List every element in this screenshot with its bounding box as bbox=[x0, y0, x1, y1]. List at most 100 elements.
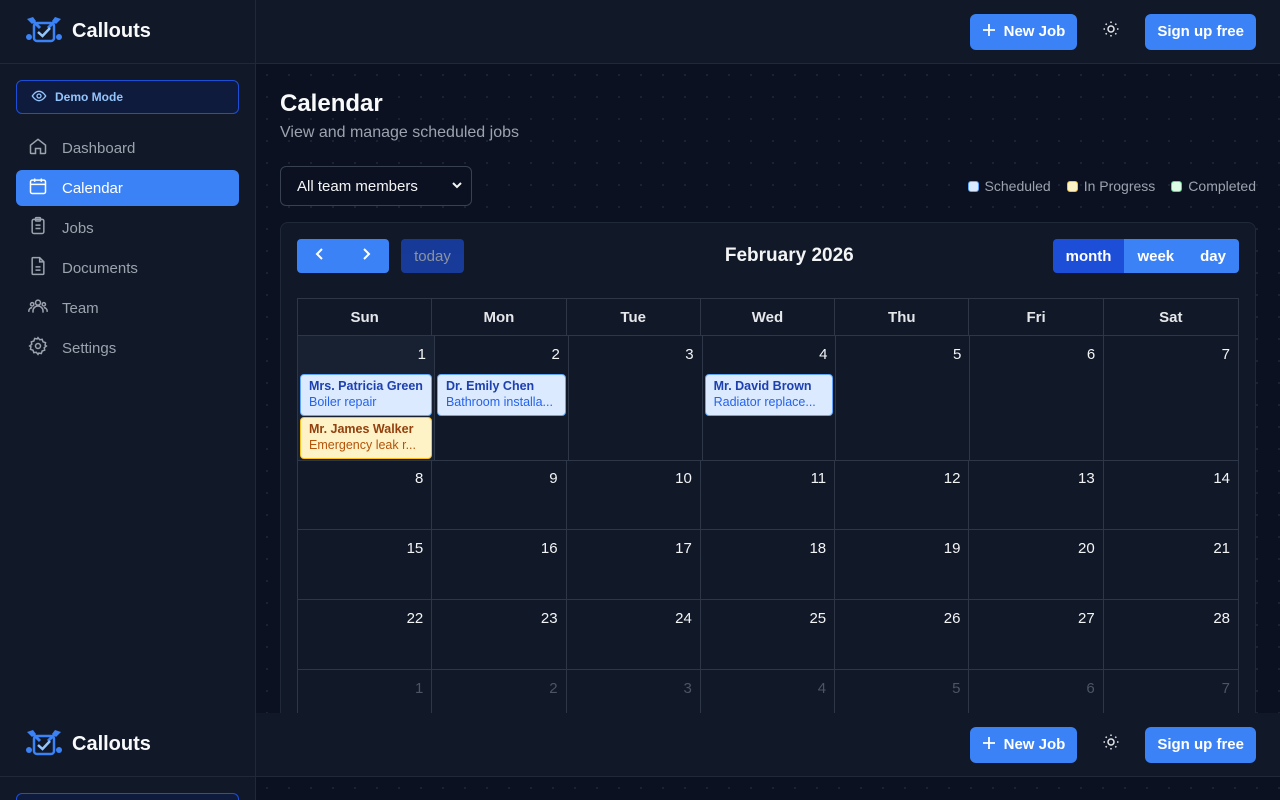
sidebar-item-jobs[interactable]: Jobs bbox=[16, 210, 239, 246]
day-cell[interactable]: 2 Dr. Emily Chen Bathroom installa... bbox=[434, 336, 569, 461]
day-cell[interactable]: 12 bbox=[835, 460, 970, 530]
day-number: 3 bbox=[685, 346, 694, 363]
signup-button[interactable]: Sign up free bbox=[1145, 726, 1256, 763]
day-cell[interactable]: 5 bbox=[836, 336, 971, 461]
view-month-button[interactable]: month bbox=[1052, 239, 1125, 273]
gear-icon bbox=[28, 336, 48, 360]
day-number: 1 bbox=[414, 680, 424, 697]
demo-mode-badge[interactable]: Demo Mode bbox=[16, 80, 239, 114]
month-title: February 2026 bbox=[724, 245, 854, 266]
day-cell[interactable]: 9 bbox=[432, 460, 567, 530]
brand[interactable]: Callouts bbox=[0, 0, 255, 64]
signup-button[interactable]: Sign up free bbox=[1145, 13, 1256, 50]
event-card[interactable]: Mrs. Patricia Green Boiler repair bbox=[300, 374, 432, 416]
team-member-select[interactable]: All team members bbox=[280, 166, 472, 206]
signup-label: Sign up free bbox=[1157, 736, 1244, 753]
brand[interactable]: Callouts bbox=[0, 713, 255, 777]
week-row: 8 9 10 11 12 13 14 bbox=[298, 460, 1238, 530]
day-cell[interactable]: 22 bbox=[298, 600, 433, 670]
event-card[interactable]: Mr. James Walker Emergency leak r... bbox=[300, 417, 432, 459]
view-week-button[interactable]: week bbox=[1124, 239, 1188, 273]
day-cell[interactable]: 13 bbox=[969, 460, 1104, 530]
day-cell[interactable]: 15 bbox=[298, 530, 433, 600]
event-card[interactable]: Mr. David Brown Radiator replace... bbox=[704, 374, 834, 416]
event-subtitle: Emergency leak r... bbox=[309, 438, 416, 452]
sidebar-item-label: Calendar bbox=[62, 179, 123, 197]
day-number: 7 bbox=[1221, 680, 1230, 697]
day-cell[interactable]: 26 bbox=[835, 600, 970, 670]
view-day-button[interactable]: day bbox=[1187, 239, 1239, 273]
sidebar-item-label: Settings bbox=[62, 339, 117, 357]
day-cell[interactable]: 27 bbox=[969, 600, 1104, 670]
clipboard-icon bbox=[28, 216, 48, 240]
home-icon bbox=[28, 136, 48, 160]
theme-toggle-button[interactable] bbox=[1087, 14, 1135, 50]
top-bar: New Job Sign up free bbox=[256, 713, 1280, 777]
day-cell[interactable]: 5 bbox=[835, 670, 970, 713]
day-number: 19 bbox=[943, 540, 961, 557]
weekday-header-row: Sun Mon Tue Wed Thu Fri Sat bbox=[298, 299, 1238, 336]
day-cell[interactable]: 23 bbox=[432, 600, 567, 670]
plus-icon bbox=[982, 736, 996, 754]
event-card[interactable]: Dr. Emily Chen Bathroom installa... bbox=[436, 374, 566, 416]
sidebar-item-team[interactable]: Team bbox=[16, 290, 239, 326]
day-cell[interactable]: 6 bbox=[969, 670, 1104, 713]
new-job-button[interactable]: New Job bbox=[969, 726, 1078, 763]
sidebar-item-calendar[interactable]: Calendar bbox=[16, 170, 239, 206]
sidebar-nav: Dashboard Calendar Jobs Documents Team S… bbox=[0, 130, 255, 366]
day-cell[interactable]: 28 bbox=[1103, 600, 1238, 670]
day-cell[interactable]: 8 bbox=[298, 460, 433, 530]
event-title: Mr. James Walker bbox=[309, 422, 414, 436]
day-cell[interactable]: 14 bbox=[1103, 460, 1238, 530]
chevron-down-icon bbox=[451, 178, 463, 195]
day-cell[interactable]: 10 bbox=[566, 460, 701, 530]
chevron-left-icon bbox=[314, 247, 326, 266]
prev-month-button[interactable] bbox=[297, 239, 343, 273]
day-number: 18 bbox=[809, 540, 827, 557]
theme-toggle-button[interactable] bbox=[1087, 727, 1135, 763]
day-cell[interactable]: 17 bbox=[566, 530, 701, 600]
brand-name: Callouts bbox=[72, 20, 151, 42]
sidebar-item-dashboard[interactable]: Dashboard bbox=[16, 130, 239, 166]
legend-swatch bbox=[1066, 180, 1078, 192]
day-cell[interactable]: 11 bbox=[700, 460, 836, 530]
new-job-button[interactable]: New Job bbox=[969, 13, 1078, 50]
event-subtitle: Bathroom installa... bbox=[445, 395, 553, 409]
event-subtitle: Radiator replace... bbox=[713, 395, 816, 409]
next-month-button[interactable] bbox=[343, 239, 389, 273]
sidebar-item-documents[interactable]: Documents bbox=[16, 250, 239, 286]
event-title: Dr. Emily Chen bbox=[445, 379, 535, 393]
day-cell[interactable]: 7 bbox=[1104, 336, 1238, 461]
day-cell[interactable]: 4 Mr. David Brown Radiator replace... bbox=[702, 336, 837, 461]
day-cell[interactable]: 18 bbox=[700, 530, 836, 600]
document-icon bbox=[28, 256, 48, 280]
day-cell[interactable]: 4 bbox=[701, 670, 836, 713]
page-subtitle: View and manage scheduled jobs bbox=[280, 124, 519, 141]
day-cell[interactable]: 24 bbox=[566, 600, 701, 670]
day-cell[interactable]: 3 bbox=[568, 336, 703, 461]
sidebar: Callouts Demo Mode Dashboard Calendar Jo… bbox=[0, 0, 256, 713]
day-number: 22 bbox=[406, 610, 424, 627]
day-cell[interactable]: 3 bbox=[567, 670, 701, 713]
day-cell[interactable]: 2 bbox=[432, 670, 567, 713]
sidebar-item-settings[interactable]: Settings bbox=[16, 330, 239, 366]
week-row: 22 23 24 25 26 27 28 bbox=[298, 600, 1238, 670]
demo-mode-badge[interactable] bbox=[16, 793, 239, 800]
day-cell[interactable]: 6 bbox=[970, 336, 1105, 461]
today-button[interactable]: today bbox=[401, 239, 464, 273]
day-number: 17 bbox=[675, 540, 692, 557]
day-number: 23 bbox=[540, 610, 558, 627]
day-number: 5 bbox=[952, 346, 962, 363]
day-cell[interactable]: 25 bbox=[700, 600, 836, 670]
day-cell[interactable]: 21 bbox=[1103, 530, 1238, 600]
day-cell[interactable]: 1 Mrs. Patricia Green Boiler repair Mr. … bbox=[298, 336, 435, 461]
day-cell[interactable]: 7 bbox=[1104, 670, 1238, 713]
top-bar: New Job Sign up free bbox=[256, 0, 1280, 64]
day-number: 13 bbox=[1078, 470, 1095, 487]
new-job-label: New Job bbox=[1003, 23, 1066, 40]
team-icon bbox=[28, 296, 48, 320]
day-cell[interactable]: 16 bbox=[432, 530, 567, 600]
day-cell[interactable]: 19 bbox=[835, 530, 970, 600]
day-cell[interactable]: 1 bbox=[298, 670, 433, 713]
day-cell[interactable]: 20 bbox=[969, 530, 1104, 600]
